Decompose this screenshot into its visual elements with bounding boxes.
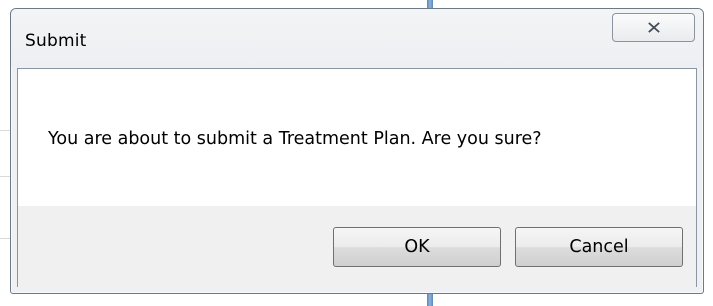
dialog-message: You are about to submit a Treatment Plan… <box>48 129 542 149</box>
dialog-button-bar: OK Cancel <box>18 206 696 287</box>
cancel-button[interactable]: Cancel <box>515 227 683 267</box>
dialog-title: Submit <box>25 31 87 51</box>
background-scroll-indicator <box>427 292 433 306</box>
close-button[interactable] <box>612 13 695 42</box>
message-area: You are about to submit a Treatment Plan… <box>18 69 696 206</box>
dialog-titlebar[interactable]: Submit <box>11 9 703 67</box>
dialog-content: You are about to submit a Treatment Plan… <box>17 68 697 287</box>
ok-button[interactable]: OK <box>333 227 501 267</box>
submit-dialog: Submit You are about to submit a Treatme… <box>10 8 704 294</box>
close-icon <box>647 22 660 33</box>
